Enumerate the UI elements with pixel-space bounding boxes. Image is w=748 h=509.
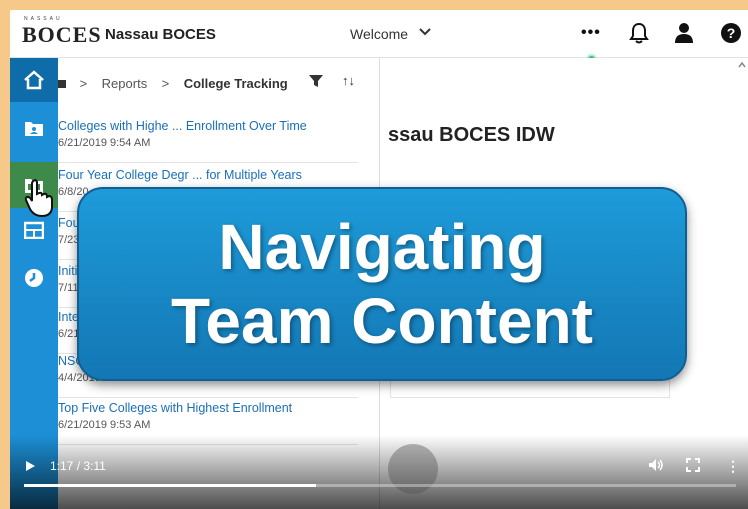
- volume-icon[interactable]: [648, 458, 664, 475]
- sidebar-item-my-content[interactable]: [10, 106, 58, 150]
- user-icon[interactable]: [674, 22, 694, 50]
- banner-line-1: Navigating: [218, 211, 546, 283]
- preview-title: ssau BOCES IDW: [388, 124, 555, 146]
- chevron-down-icon[interactable]: [419, 25, 431, 40]
- svg-text:?: ?: [727, 25, 736, 41]
- more-icon[interactable]: •••: [581, 24, 601, 42]
- boces-logo: BOCES: [22, 22, 102, 47]
- item-title[interactable]: Four Year College Degr ... for Multiple …: [58, 168, 302, 182]
- welcome-menu[interactable]: Welcome: [350, 26, 408, 42]
- list-item[interactable]: Colleges with Highe ... Enrollment Over …: [58, 113, 358, 163]
- title-banner: Navigating Team Content: [77, 187, 687, 381]
- banner-line-2: Team Content: [171, 285, 593, 357]
- clock-icon: [25, 269, 43, 287]
- sidebar-item-recent[interactable]: [10, 256, 58, 300]
- home-icon: [24, 70, 44, 90]
- breadcrumb-reports[interactable]: Reports: [102, 76, 148, 91]
- item-date: 6/21/2019 9:54 AM: [58, 137, 151, 149]
- app-name: Nassau BOCES: [105, 26, 216, 43]
- progress-fill: [24, 484, 316, 487]
- help-icon[interactable]: ?: [720, 22, 742, 50]
- item-title[interactable]: Top Five Colleges with Highest Enrollmen…: [58, 401, 292, 415]
- scrollbar[interactable]: [738, 58, 746, 458]
- sort-icon[interactable]: ↑↓: [342, 73, 355, 88]
- sidebar-item-home[interactable]: [10, 58, 58, 102]
- filter-icon[interactable]: [308, 73, 324, 93]
- video-menu-icon[interactable]: ⋮: [726, 458, 740, 475]
- breadcrumb: > Reports > College Tracking: [58, 76, 288, 91]
- fullscreen-icon[interactable]: [686, 458, 700, 475]
- item-title[interactable]: Colleges with Highe ... Enrollment Over …: [58, 119, 307, 133]
- play-icon[interactable]: [26, 461, 35, 471]
- dashboard-icon: [24, 221, 44, 239]
- progress-track[interactable]: [24, 484, 736, 487]
- item-date: 6/21/2019 9:53 AM: [58, 419, 151, 431]
- root-crumb-icon[interactable]: [58, 80, 66, 88]
- folder-user-icon: [25, 122, 43, 136]
- pointer-hand-icon: [24, 179, 53, 218]
- video-controls-shade: [10, 435, 748, 509]
- bell-icon[interactable]: [629, 22, 649, 50]
- breadcrumb-separator: >: [161, 76, 170, 91]
- video-frame: NASSAU BOCES Nassau BOCES Welcome ••• ?: [10, 10, 748, 509]
- breadcrumb-separator: >: [79, 76, 88, 91]
- breadcrumb-current: College Tracking: [183, 76, 288, 91]
- top-bar: NASSAU BOCES Nassau BOCES Welcome ••• ?: [10, 10, 748, 58]
- scroll-up-icon[interactable]: [738, 59, 746, 71]
- video-time: 1:17 / 3:11: [50, 459, 106, 473]
